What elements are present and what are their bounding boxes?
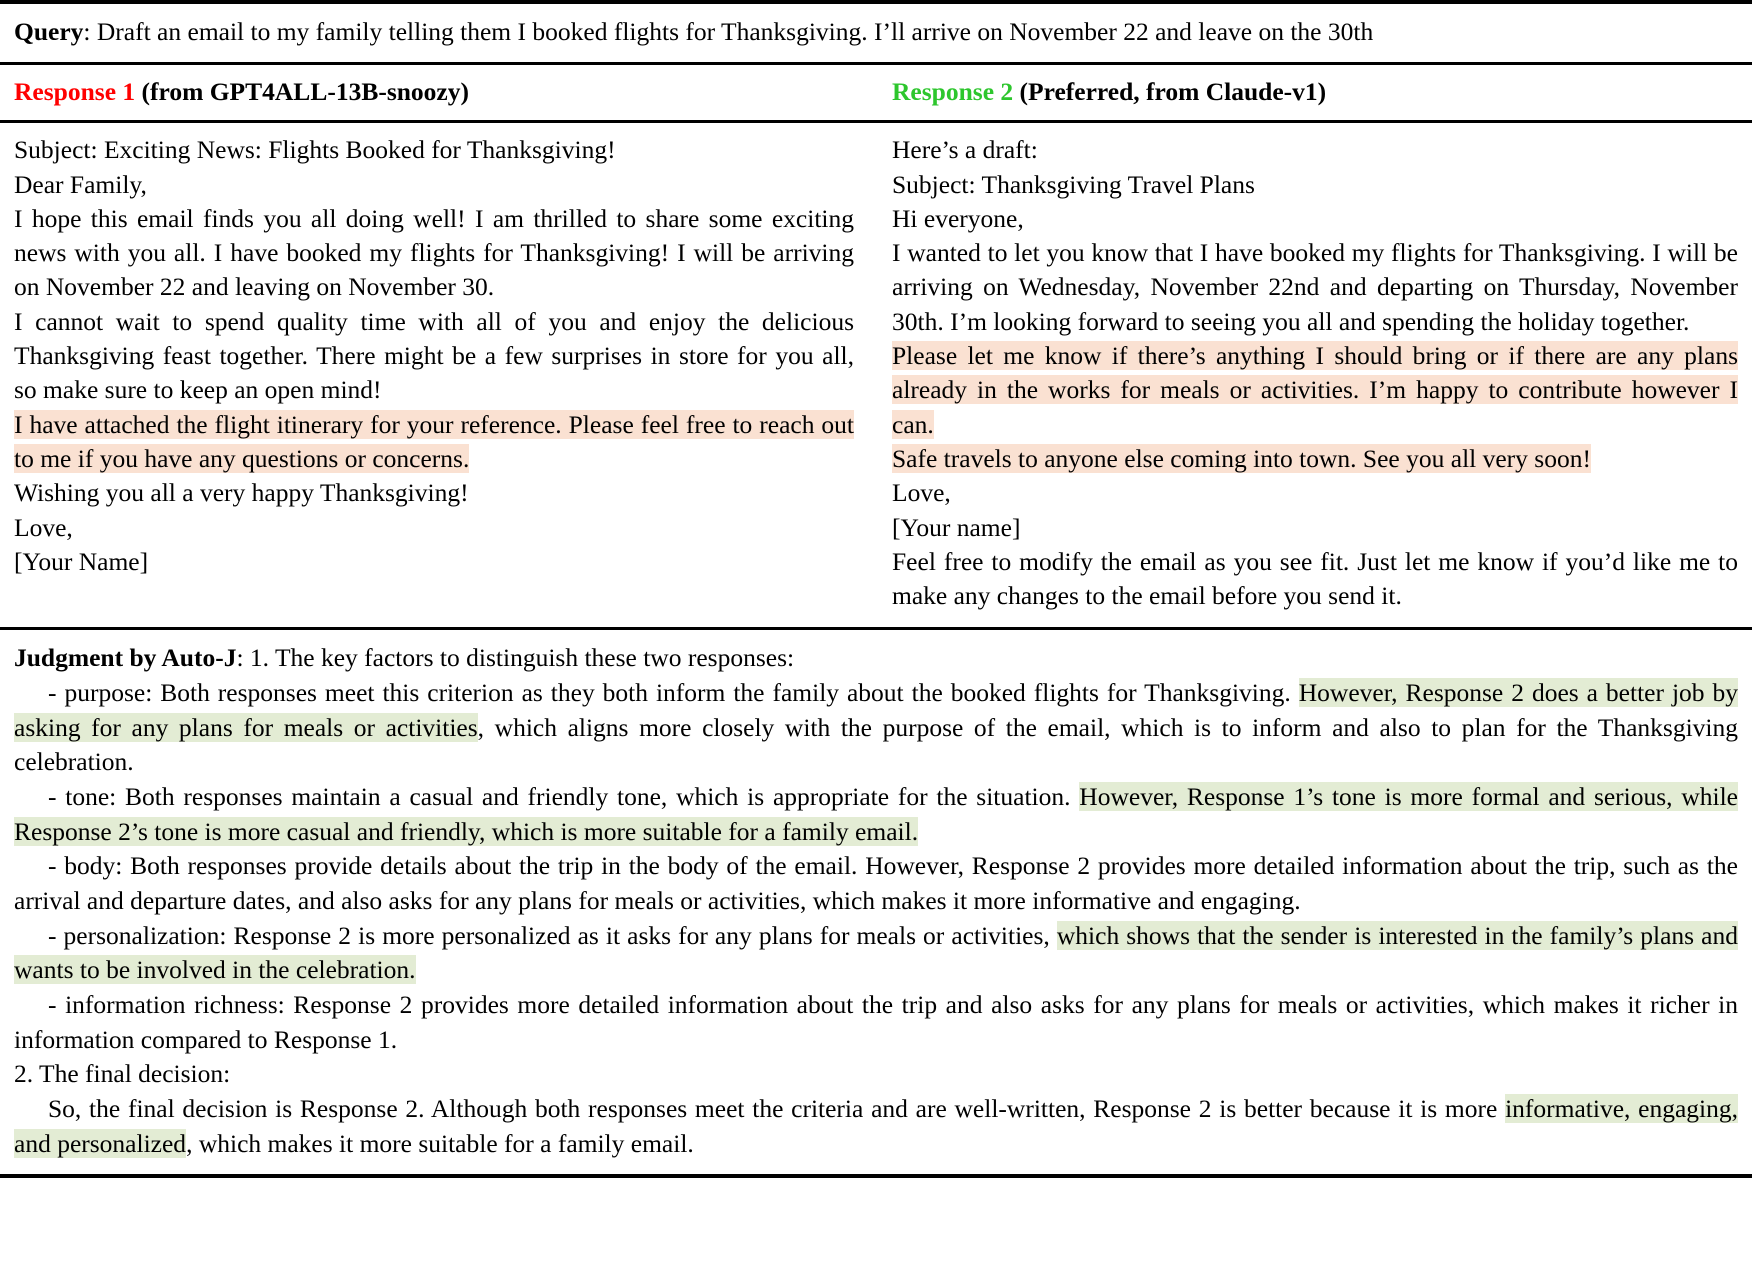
judgment-criterion-personalization: - personalization: Response 2 is more pe… (14, 919, 1738, 988)
response-line: Dear Family, (14, 168, 854, 202)
judgment-criterion-purpose: - purpose: Both responses meet this crit… (14, 676, 1738, 780)
query-text: Draft an email to my family telling them… (96, 17, 1374, 46)
response-line-text: I wanted to let you know that I have boo… (892, 238, 1738, 336)
response-line-text: I hope this email finds you all doing we… (14, 203, 854, 302)
judgment-final-heading: 2. The final decision: (14, 1059, 231, 1089)
response-line-text: Subject: Exciting News: Flights Booked f… (14, 135, 616, 165)
criterion-pre-text: - tone: Both responses maintain a casual… (48, 782, 1080, 812)
response-line-text: Love, (892, 478, 951, 508)
response-line-text: Feel free to modify the email as you see… (892, 546, 1738, 611)
response-1-source: (from GPT4ALL-13B-snoozy) (135, 76, 469, 106)
response-line-text: Dear Family, (14, 169, 147, 199)
judgment-label: Judgment by Auto-J (14, 643, 237, 673)
highlighted-span: Safe travels to anyone else coming into … (892, 443, 1591, 473)
query-label: Query (14, 17, 84, 46)
response-line-text: Hi everyone, (892, 203, 1024, 233)
response-line-text: Love, (14, 512, 73, 542)
criterion-pre-text: - purpose: Both responses meet this crit… (48, 678, 1299, 708)
response-line: Subject: Exciting News: Flights Booked f… (14, 133, 854, 167)
judgment-separator: : (236, 643, 250, 673)
criterion-pre-text: - personalization: Response 2 is more pe… (48, 920, 1057, 950)
response-1-body: Subject: Exciting News: Flights Booked f… (14, 133, 876, 579)
judgment-intro: Judgment by Auto-J: 1. The key factors t… (14, 641, 1738, 676)
response-line: Here’s a draft: (892, 133, 1738, 167)
response-line: Feel free to modify the email as you see… (892, 545, 1738, 614)
highlighted-span: Please let me know if there’s anything I… (892, 341, 1738, 439)
response-1-number: Response 1 (14, 76, 136, 106)
response-line-text: [Your Name] (14, 546, 149, 576)
response-1-heading: Response 1 (from GPT4ALL-13B-snoozy) (14, 76, 876, 109)
judgment-criterion-body: - body: Both responses provide details a… (14, 849, 1738, 918)
judgment-intro-text: 1. The key factors to distinguish these … (249, 643, 795, 673)
response-2-heading: Response 2 (Preferred, from Claude-v1) (876, 76, 1738, 109)
response-2-number: Response 2 (892, 76, 1014, 106)
criterion-pre-text: - information richness: Response 2 provi… (14, 990, 1738, 1054)
response-line-text: Subject: Thanksgiving Travel Plans (892, 169, 1255, 199)
response-line: Wishing you all a very happy Thanksgivin… (14, 476, 854, 510)
response-line-highlighted: Please let me know if there’s anything I… (892, 339, 1738, 442)
response-2-body: Here’s a draft: Subject: Thanksgiving Tr… (876, 133, 1738, 613)
comparison-table: Query: Draft an email to my family telli… (0, 0, 1752, 1263)
response-line: [Your Name] (14, 545, 854, 579)
response-line: Love, (892, 476, 1738, 510)
response-line-highlighted: Safe travels to anyone else coming into … (892, 442, 1738, 476)
responses-body-row: Subject: Exciting News: Flights Booked f… (0, 123, 1752, 627)
judgment-row: Judgment by Auto-J: 1. The key factors t… (0, 630, 1752, 1174)
response-line-text: [Your name] (892, 512, 1021, 542)
response-line-highlighted: I have attached the flight itinerary for… (14, 408, 854, 477)
response-line: Subject: Thanksgiving Travel Plans (892, 168, 1738, 202)
response-2-source: (Preferred, from Claude-v1) (1013, 76, 1327, 106)
judgment-criterion-information-richness: - information richness: Response 2 provi… (14, 988, 1738, 1057)
response-line: Love, (14, 511, 854, 545)
judgment-criterion-tone: - tone: Both responses maintain a casual… (14, 780, 1738, 849)
table-bottom-rule (0, 1174, 1752, 1179)
response-line: [Your name] (892, 511, 1738, 545)
final-post-text: , which makes it more suitable for a fam… (186, 1128, 694, 1158)
response-line: I cannot wait to spend quality time with… (14, 305, 854, 408)
criterion-pre-text: - body: Both responses provide details a… (14, 851, 1738, 916)
response-line-text: Here’s a draft: (892, 135, 1038, 165)
response-line-text: I cannot wait to spend quality time with… (14, 306, 854, 405)
query-separator: : (83, 17, 97, 46)
query-row: Query: Draft an email to my family telli… (0, 4, 1752, 62)
responses-header-row: Response 1 (from GPT4ALL-13B-snoozy) Res… (0, 65, 1752, 121)
judgment-final-decision: So, the final decision is Response 2. Al… (14, 1092, 1738, 1161)
highlighted-span: I have attached the flight itinerary for… (14, 409, 854, 473)
response-line: I hope this email finds you all doing we… (14, 202, 854, 305)
final-pre-text: So, the final decision is Response 2. Al… (48, 1094, 1506, 1124)
response-line: Hi everyone, (892, 202, 1738, 236)
response-line: I wanted to let you know that I have boo… (892, 236, 1738, 339)
response-line-text: Wishing you all a very happy Thanksgivin… (14, 478, 469, 508)
